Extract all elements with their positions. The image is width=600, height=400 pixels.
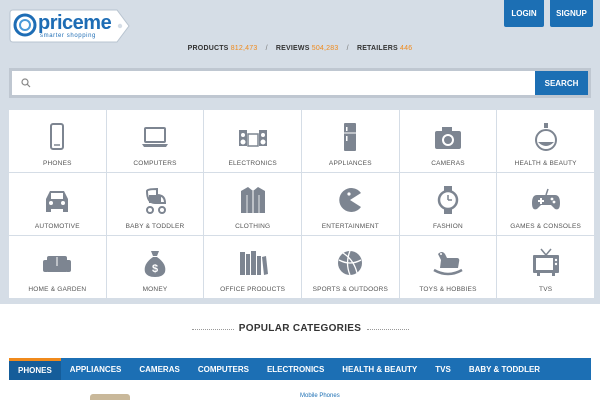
tab-electronics[interactable]: ELECTRONICS	[258, 358, 333, 380]
camera-icon	[434, 127, 461, 149]
tab-phones[interactable]: PHONES	[9, 358, 61, 380]
category-label: AUTOMOTIVE	[34, 223, 80, 230]
popular-tabs: PHONES APPLIANCES CAMERAS COMPUTERS ELEC…	[9, 358, 591, 380]
category-office-products[interactable]: OFFICE PRODUCTS	[204, 236, 301, 298]
brand-name: priceme	[38, 12, 112, 34]
sofa-icon	[43, 256, 72, 272]
svg-text:$: $	[152, 263, 158, 275]
tab-computers[interactable]: COMPUTERS	[189, 358, 258, 380]
car-icon	[46, 191, 69, 212]
site-stats: PRODUCTS 812,473 / REVIEWS 504,283 / RET…	[0, 45, 600, 52]
category-home-garden[interactable]: HOME & GARDEN	[9, 236, 106, 298]
products-label: PRODUCTS	[187, 45, 229, 52]
tab-tvs[interactable]: TVS	[426, 358, 460, 380]
search-bar: SEARCH	[9, 68, 591, 98]
category-phones[interactable]: PHONES	[9, 110, 106, 172]
category-label: HOME & GARDEN	[28, 286, 87, 293]
product-thumbnail[interactable]	[90, 394, 130, 400]
category-health-beauty[interactable]: HEALTH & BEAUTY	[497, 110, 594, 172]
tab-health-beauty[interactable]: HEALTH & BEAUTY	[333, 358, 426, 380]
pacman-icon	[339, 188, 362, 212]
products-count: 812,473	[230, 45, 258, 52]
category-label: CLOTHING	[235, 223, 271, 230]
category-clothing[interactable]: CLOTHING	[204, 173, 301, 235]
category-appliances[interactable]: APPLIANCES	[301, 110, 399, 172]
stroller-icon	[145, 187, 166, 214]
category-label: ENTERTAINMENT	[321, 223, 379, 230]
money-bag-icon: $	[144, 251, 166, 277]
retailers-count: 446	[400, 45, 413, 52]
search-icon	[21, 78, 31, 88]
category-label: PHONES	[43, 160, 72, 167]
books-icon	[239, 251, 268, 275]
phone-icon	[50, 123, 65, 150]
search-input[interactable]	[12, 71, 535, 95]
perfume-icon	[534, 123, 557, 151]
retailers-label: RETAILERS	[356, 45, 398, 52]
subcategory-link[interactable]: Mobile Phones	[300, 393, 340, 399]
category-label: MONEY	[142, 286, 168, 293]
popular-categories-title: POPULAR CATEGORIES	[238, 323, 362, 334]
category-label: HEALTH & BEAUTY	[514, 160, 577, 167]
gamepad-icon	[531, 188, 560, 210]
category-games-consoles[interactable]: GAMES & CONSOLES	[497, 173, 594, 235]
category-fashion[interactable]: FASHION	[399, 173, 497, 235]
stats-separator: /	[265, 45, 268, 52]
brand-logo[interactable]: priceme smarter shopping	[9, 6, 131, 46]
ball-icon	[338, 250, 363, 276]
auth-buttons: LOGIN SIGNUP	[504, 0, 593, 27]
category-automotive[interactable]: AUTOMOTIVE	[9, 173, 106, 235]
jacket-icon	[240, 187, 265, 213]
rocking-horse-icon	[433, 252, 463, 276]
category-label: APPLIANCES	[328, 160, 372, 167]
category-label: GAMES & CONSOLES	[510, 223, 582, 230]
category-computers[interactable]: COMPUTERS	[106, 110, 204, 172]
category-label: ELECTRONICS	[228, 160, 277, 167]
reviews-label: REVIEWS	[275, 45, 310, 52]
category-label: BABY & TODDLER	[125, 223, 185, 230]
watch-icon	[437, 186, 459, 214]
category-label: CAMERAS	[431, 160, 465, 167]
category-sports-outdoors[interactable]: SPORTS & OUTDOORS	[301, 236, 399, 298]
fridge-icon	[344, 123, 357, 151]
login-button[interactable]: LOGIN	[504, 0, 544, 27]
category-toys-hobbies[interactable]: TOYS & HOBBIES	[399, 236, 497, 298]
title-divider-right	[367, 329, 409, 330]
category-label: OFFICE PRODUCTS	[220, 286, 286, 293]
category-baby-toddler[interactable]: BABY & TODDLER	[106, 173, 204, 235]
category-money[interactable]: $ MONEY	[106, 236, 204, 298]
popular-categories-section: POPULAR CATEGORIES PHONES APPLIANCES CAM…	[0, 304, 600, 400]
category-label: COMPUTERS	[133, 160, 177, 167]
category-cameras[interactable]: CAMERAS	[399, 110, 497, 172]
category-label: FASHION	[433, 223, 463, 230]
laptop-icon	[141, 127, 168, 147]
tv-icon	[532, 248, 559, 276]
signup-button[interactable]: SIGNUP	[550, 0, 593, 27]
category-label: SPORTS & OUTDOORS	[312, 286, 389, 293]
category-electronics[interactable]: ELECTRONICS	[204, 110, 301, 172]
category-grid: PHONES COMPUTERS ELECTRONICS APPLIANCES …	[9, 110, 594, 298]
tab-cameras[interactable]: CAMERAS	[130, 358, 188, 380]
category-label: TVS	[539, 286, 553, 293]
stats-separator: /	[346, 45, 349, 52]
tab-appliances[interactable]: APPLIANCES	[61, 358, 131, 380]
tab-baby-toddler[interactable]: BABY & TODDLER	[460, 358, 549, 380]
search-button[interactable]: SEARCH	[535, 71, 588, 95]
category-tvs[interactable]: TVS	[497, 236, 594, 298]
category-label: TOYS & HOBBIES	[419, 286, 477, 293]
reviews-count: 504,283	[311, 45, 339, 52]
category-entertainment[interactable]: ENTERTAINMENT	[301, 173, 399, 235]
brand-tagline: smarter shopping	[40, 33, 96, 39]
stereo-icon	[238, 130, 267, 147]
